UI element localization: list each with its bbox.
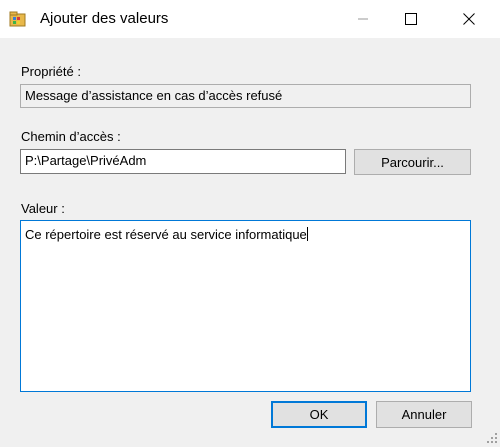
text-caret xyxy=(306,227,308,241)
value-text: Ce répertoire est réservé au service inf… xyxy=(25,227,307,242)
maximize-icon xyxy=(405,13,417,25)
value-textarea[interactable]: Ce répertoire est réservé au service inf… xyxy=(20,220,471,392)
minimize-button[interactable] xyxy=(340,0,386,38)
ok-button[interactable]: OK xyxy=(271,401,367,428)
cancel-button[interactable]: Annuler xyxy=(376,401,472,428)
property-field: Message d’assistance en cas d’accès refu… xyxy=(20,84,471,108)
path-label: Chemin d’accès : xyxy=(21,129,121,144)
maximize-button[interactable] xyxy=(388,0,434,38)
close-button[interactable] xyxy=(446,0,492,38)
close-icon xyxy=(463,13,475,25)
property-label: Propriété : xyxy=(21,64,81,79)
dialog-window: Ajouter des valeurs Propriété : Message … xyxy=(0,0,500,446)
browse-button[interactable]: Parcourir... xyxy=(354,149,471,175)
resize-grip-icon[interactable] xyxy=(486,432,498,444)
registry-folder-icon xyxy=(8,9,28,29)
title-bar[interactable]: Ajouter des valeurs xyxy=(0,0,500,38)
path-input[interactable]: P:\Partage\PrivéAdm xyxy=(20,149,346,174)
value-label: Valeur : xyxy=(21,201,65,216)
minimize-icon xyxy=(358,18,368,20)
window-title: Ajouter des valeurs xyxy=(40,10,169,27)
